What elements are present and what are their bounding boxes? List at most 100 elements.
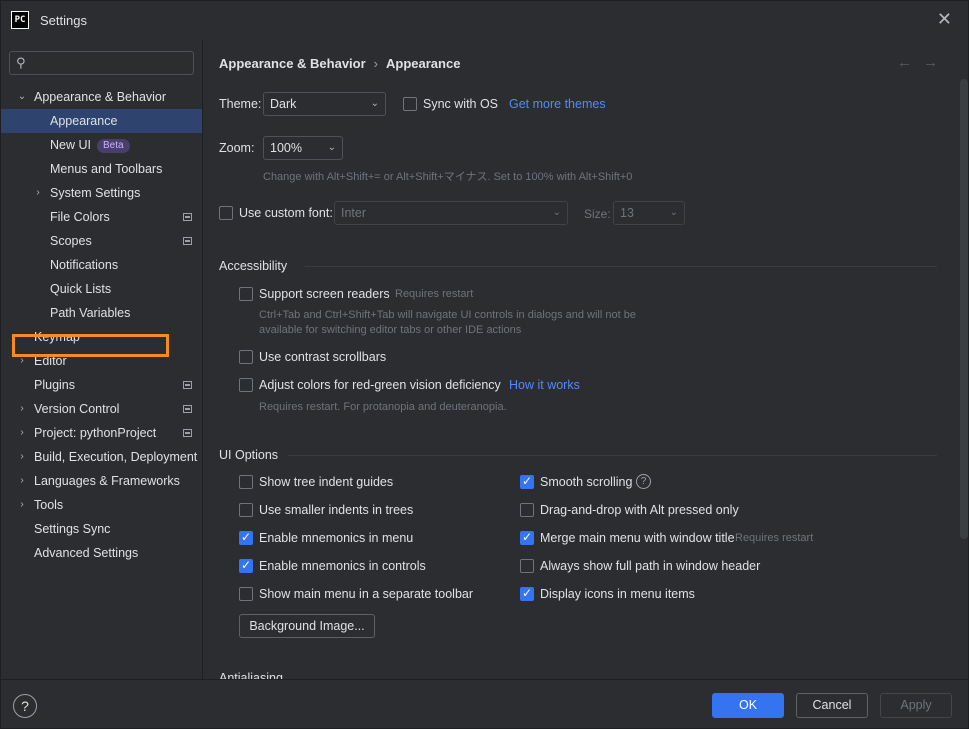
font-dropdown[interactable]: Inter ⌄ bbox=[334, 201, 568, 225]
tree-item-languages[interactable]: › Languages & Frameworks bbox=[1, 469, 202, 493]
drag-drop-alt-checkbox[interactable] bbox=[520, 503, 534, 517]
tree-item-keymap[interactable]: Keymap bbox=[1, 325, 202, 349]
accessibility-header: Accessibility bbox=[219, 259, 288, 273]
tree-item-label: Version Control bbox=[34, 402, 120, 416]
back-arrow-icon[interactable]: ← bbox=[897, 54, 912, 71]
chevron-right-icon[interactable]: › bbox=[31, 181, 45, 205]
settings-content: Appearance & Behavior › Appearance ← → The… bbox=[203, 39, 968, 679]
tree-item-new-ui[interactable]: New UI Beta bbox=[1, 133, 202, 157]
chevron-right-icon[interactable]: › bbox=[15, 349, 29, 373]
contrast-scrollbars-checkbox[interactable] bbox=[239, 350, 253, 364]
merge-main-menu-checkbox[interactable] bbox=[520, 530, 534, 545]
tree-item-advanced-settings[interactable]: Advanced Settings bbox=[1, 541, 202, 565]
theme-label: Theme: bbox=[219, 97, 262, 111]
tree-item-label: Project: pythonProject bbox=[34, 426, 157, 440]
full-path-header-checkbox[interactable] bbox=[520, 559, 534, 573]
chevron-right-icon[interactable]: › bbox=[15, 421, 29, 445]
tree-item-label: System Settings bbox=[50, 186, 141, 200]
mnemonics-menu-checkbox[interactable] bbox=[239, 530, 253, 545]
footer-divider bbox=[1, 679, 968, 680]
apply-button[interactable]: Apply bbox=[880, 693, 952, 718]
tree-item-appearance[interactable]: Appearance bbox=[1, 109, 202, 133]
color-deficiency-label: Adjust colors for red-green vision defic… bbox=[259, 378, 501, 392]
window-title: Settings bbox=[40, 13, 87, 28]
tree-item-editor[interactable]: › Editor bbox=[1, 349, 202, 373]
tree-item-build[interactable]: › Build, Execution, Deployment bbox=[1, 445, 202, 469]
tree-item-system-settings[interactable]: › System Settings bbox=[1, 181, 202, 205]
mnemonics-controls-checkbox[interactable] bbox=[239, 558, 253, 573]
tree-item-version-control[interactable]: › Version Control bbox=[1, 397, 202, 421]
tree-item-path-variables[interactable]: Path Variables bbox=[1, 301, 202, 325]
font-size-value: 13 bbox=[620, 206, 634, 220]
cancel-button[interactable]: Cancel bbox=[796, 693, 868, 718]
tree-item-file-colors[interactable]: File Colors bbox=[1, 205, 202, 229]
help-icon[interactable]: ? bbox=[636, 474, 651, 489]
tree-item-label: File Colors bbox=[50, 210, 110, 224]
color-deficiency-desc: Requires restart. For protanopia and deu… bbox=[259, 401, 507, 413]
project-level-icon bbox=[183, 429, 192, 437]
chevron-down-icon[interactable]: ⌄ bbox=[15, 85, 29, 109]
tree-item-label: Appearance bbox=[50, 114, 118, 128]
tree-item-tools[interactable]: › Tools bbox=[1, 493, 202, 517]
vertical-scrollbar[interactable] bbox=[960, 79, 968, 539]
theme-value: Dark bbox=[270, 97, 297, 111]
tree-item-label: Quick Lists bbox=[50, 282, 112, 296]
merge-main-menu-note: Requires restart bbox=[735, 532, 814, 544]
tree-item-settings-sync[interactable]: Settings Sync bbox=[1, 517, 202, 541]
tree-item-menus-toolbars[interactable]: Menus and Toolbars bbox=[1, 157, 202, 181]
breadcrumb: Appearance & Behavior › Appearance bbox=[219, 56, 460, 71]
breadcrumb-separator: › bbox=[373, 56, 379, 71]
tree-item-label: New UI bbox=[50, 138, 91, 152]
custom-font-checkbox[interactable] bbox=[219, 206, 233, 220]
how-it-works-link[interactable]: How it works bbox=[509, 378, 580, 392]
tree-indent-guides-checkbox[interactable] bbox=[239, 475, 253, 489]
tree-item-label: Settings Sync bbox=[34, 522, 111, 536]
project-level-icon bbox=[183, 381, 192, 389]
tree-item-label: Scopes bbox=[50, 234, 92, 248]
mnemonics-menu-label: Enable mnemonics in menu bbox=[259, 531, 414, 545]
zoom-dropdown[interactable]: 100% ⌄ bbox=[263, 136, 343, 160]
screen-readers-checkbox[interactable] bbox=[239, 287, 253, 301]
color-deficiency-checkbox[interactable] bbox=[239, 378, 253, 392]
chevron-right-icon[interactable]: › bbox=[15, 445, 29, 469]
beta-badge: Beta bbox=[96, 139, 130, 153]
search-icon: ⚲ bbox=[16, 55, 26, 70]
forward-arrow-icon[interactable]: → bbox=[923, 54, 938, 71]
title-bar: PC Settings ✕ bbox=[1, 1, 968, 39]
font-size-dropdown[interactable]: 13 ⌄ bbox=[613, 201, 685, 225]
zoom-hint: Change with Alt+Shift+= or Alt+Shift+マイナ… bbox=[263, 171, 633, 183]
chevron-down-icon: ⌄ bbox=[669, 207, 678, 218]
smaller-indents-checkbox[interactable] bbox=[239, 503, 253, 517]
full-path-header-label: Always show full path in window header bbox=[540, 559, 761, 573]
tree-item-quick-lists[interactable]: Quick Lists bbox=[1, 277, 202, 301]
help-button[interactable]: ? bbox=[13, 694, 37, 718]
section-divider bbox=[288, 455, 937, 456]
settings-dialog: PC Settings ✕ ⚲ ⌄ Appearance & Behavior … bbox=[0, 0, 969, 729]
sync-os-checkbox[interactable] bbox=[403, 97, 417, 111]
tree-item-notifications[interactable]: Notifications bbox=[1, 253, 202, 277]
chevron-right-icon[interactable]: › bbox=[15, 397, 29, 421]
tree-item-label: Build, Execution, Deployment bbox=[34, 450, 198, 464]
search-input[interactable] bbox=[34, 54, 189, 72]
font-value: Inter bbox=[341, 206, 367, 220]
close-icon[interactable]: ✕ bbox=[937, 9, 952, 29]
search-field[interactable]: ⚲ bbox=[9, 51, 194, 75]
chevron-right-icon[interactable]: › bbox=[15, 493, 29, 517]
get-more-themes-link[interactable]: Get more themes bbox=[509, 97, 606, 111]
drag-drop-alt-label: Drag-and-drop with Alt pressed only bbox=[540, 503, 739, 517]
background-image-button[interactable]: Background Image... bbox=[239, 614, 375, 638]
ok-button[interactable]: OK bbox=[712, 693, 784, 718]
separate-toolbar-checkbox[interactable] bbox=[239, 587, 253, 601]
smooth-scrolling-checkbox[interactable] bbox=[520, 474, 534, 489]
tree-item-appearance-behavior[interactable]: ⌄ Appearance & Behavior bbox=[1, 85, 202, 109]
chevron-right-icon[interactable]: › bbox=[15, 469, 29, 493]
tree-item-label-wrap: New UI Beta bbox=[50, 133, 130, 157]
theme-dropdown[interactable]: Dark ⌄ bbox=[263, 92, 386, 116]
chevron-down-icon: ⌄ bbox=[552, 207, 561, 218]
icons-menu-items-checkbox[interactable] bbox=[520, 586, 534, 601]
tree-item-project[interactable]: › Project: pythonProject bbox=[1, 421, 202, 445]
tree-item-scopes[interactable]: Scopes bbox=[1, 229, 202, 253]
tree-item-plugins[interactable]: Plugins bbox=[1, 373, 202, 397]
screen-readers-desc-1: Ctrl+Tab and Ctrl+Shift+Tab will navigat… bbox=[259, 309, 636, 321]
tree-item-label: Appearance & Behavior bbox=[34, 90, 167, 104]
